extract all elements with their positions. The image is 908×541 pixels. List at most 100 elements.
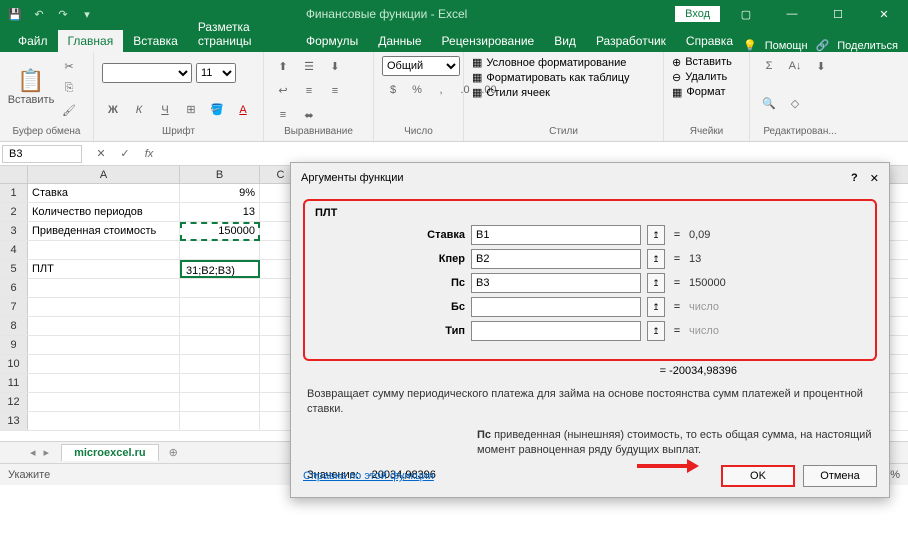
align-right-icon[interactable]: ≡	[272, 105, 294, 125]
cell[interactable]	[28, 336, 180, 354]
cell[interactable]: Ставка	[28, 184, 180, 202]
cell[interactable]	[180, 298, 260, 316]
cell[interactable]	[28, 374, 180, 392]
row-header[interactable]: 2	[0, 203, 28, 221]
tab-help[interactable]: Справка	[676, 30, 743, 52]
tell-me-icon[interactable]: 💡	[743, 39, 757, 52]
maximize-icon[interactable]: ☐	[818, 0, 858, 28]
arg-input[interactable]	[471, 273, 641, 293]
fill-color-icon[interactable]: 🪣	[206, 100, 228, 120]
range-selector-icon[interactable]: ↥	[647, 225, 665, 245]
save-icon[interactable]: 💾	[4, 3, 26, 25]
redo-icon[interactable]: ↷	[52, 3, 74, 25]
cell[interactable]: Количество периодов	[28, 203, 180, 221]
comma-icon[interactable]: ,	[430, 80, 452, 100]
find-icon[interactable]: 🔍	[758, 93, 780, 113]
format-table-button[interactable]: ▦Форматировать как таблицу	[472, 71, 630, 84]
font-size-select[interactable]: 11	[196, 63, 236, 83]
cell[interactable]: 31;B2;B3)	[180, 260, 260, 278]
wrap-text-icon[interactable]: ↩	[272, 81, 294, 101]
percent-icon[interactable]: %	[406, 80, 428, 100]
tab-nav-next-icon[interactable]: ▸	[44, 446, 50, 459]
tell-me-label[interactable]: Помощн	[765, 40, 808, 52]
row-header[interactable]: 1	[0, 184, 28, 202]
tab-formulas[interactable]: Формулы	[296, 30, 368, 52]
italic-icon[interactable]: К	[128, 100, 150, 120]
cell[interactable]	[28, 393, 180, 411]
copy-icon[interactable]: ⎘	[58, 78, 80, 98]
cut-icon[interactable]: ✂	[58, 56, 80, 76]
cell[interactable]	[180, 393, 260, 411]
row-header[interactable]: 3	[0, 222, 28, 240]
range-selector-icon[interactable]: ↥	[647, 249, 665, 269]
arg-input[interactable]	[471, 321, 641, 341]
range-selector-icon[interactable]: ↥	[647, 273, 665, 293]
cancel-formula-icon[interactable]: ✕	[90, 144, 112, 164]
fx-icon[interactable]: fx	[138, 144, 160, 164]
cell[interactable]	[28, 298, 180, 316]
align-top-icon[interactable]: ⬆	[272, 56, 294, 76]
row-header[interactable]: 6	[0, 279, 28, 297]
row-header[interactable]: 4	[0, 241, 28, 259]
dialog-help-icon[interactable]: ?	[851, 172, 858, 185]
tab-review[interactable]: Рецензирование	[432, 30, 545, 52]
tab-insert[interactable]: Вставка	[123, 30, 188, 52]
arg-input[interactable]	[471, 225, 641, 245]
cell[interactable]: Приведенная стоимость	[28, 222, 180, 240]
underline-icon[interactable]: Ч	[154, 100, 176, 120]
cell[interactable]: 13	[180, 203, 260, 221]
format-cells-button[interactable]: ▦Формат	[672, 86, 725, 99]
tab-dev[interactable]: Разработчик	[586, 30, 676, 52]
row-header[interactable]: 12	[0, 393, 28, 411]
sheet-tab[interactable]: microexcel.ru	[61, 444, 159, 461]
cell[interactable]	[180, 317, 260, 335]
row-header[interactable]: 8	[0, 317, 28, 335]
range-selector-icon[interactable]: ↥	[647, 297, 665, 317]
minimize-icon[interactable]: ―	[772, 0, 812, 28]
cell[interactable]	[28, 317, 180, 335]
arg-input[interactable]	[471, 297, 641, 317]
tab-file[interactable]: Файл	[8, 30, 58, 52]
cell[interactable]	[180, 355, 260, 373]
share-label[interactable]: Поделиться	[837, 40, 898, 52]
conditional-format-button[interactable]: ▦Условное форматирование	[472, 56, 626, 69]
cell[interactable]: 9%	[180, 184, 260, 202]
cell-styles-button[interactable]: ▦Стили ячеек	[472, 86, 550, 99]
font-color-icon[interactable]: A	[232, 100, 254, 120]
new-sheet-icon[interactable]: ⊕	[169, 446, 178, 459]
share-icon[interactable]: 🔗	[816, 39, 830, 52]
cell[interactable]	[28, 355, 180, 373]
currency-icon[interactable]: $	[382, 80, 404, 100]
number-format-select[interactable]: Общий	[382, 56, 460, 76]
row-header[interactable]: 13	[0, 412, 28, 430]
align-center-icon[interactable]: ≡	[324, 81, 346, 101]
login-button[interactable]: Вход	[675, 6, 720, 22]
row-header[interactable]: 7	[0, 298, 28, 316]
col-header-a[interactable]: A	[28, 166, 180, 183]
cell[interactable]	[180, 412, 260, 430]
font-family-select[interactable]	[102, 63, 192, 83]
cancel-button[interactable]: Отмена	[803, 465, 877, 487]
align-bottom-icon[interactable]: ⬇	[324, 56, 346, 76]
formula-input[interactable]	[166, 152, 908, 156]
row-header[interactable]: 9	[0, 336, 28, 354]
help-link[interactable]: Справка по этой функции	[303, 470, 434, 482]
select-all-corner[interactable]	[0, 166, 28, 183]
cell[interactable]	[180, 241, 260, 259]
align-left-icon[interactable]: ≡	[298, 81, 320, 101]
paste-button[interactable]: 📋 Вставить	[8, 56, 54, 118]
clear-icon[interactable]: ◇	[784, 93, 806, 113]
format-painter-icon[interactable]: 🖌	[58, 100, 80, 120]
row-header[interactable]: 10	[0, 355, 28, 373]
row-header[interactable]: 11	[0, 374, 28, 392]
tab-nav-prev-icon[interactable]: ◂	[30, 446, 36, 459]
close-icon[interactable]: ✕	[864, 0, 904, 28]
border-icon[interactable]: ⊞	[180, 100, 202, 120]
range-selector-icon[interactable]: ↥	[647, 321, 665, 341]
qa-dropdown-icon[interactable]: ▾	[76, 3, 98, 25]
ok-button[interactable]: OK	[721, 465, 795, 487]
ribbon-display-icon[interactable]: ▢	[726, 0, 766, 28]
cell[interactable]	[28, 279, 180, 297]
tab-view[interactable]: Вид	[544, 30, 586, 52]
cell[interactable]	[28, 412, 180, 430]
